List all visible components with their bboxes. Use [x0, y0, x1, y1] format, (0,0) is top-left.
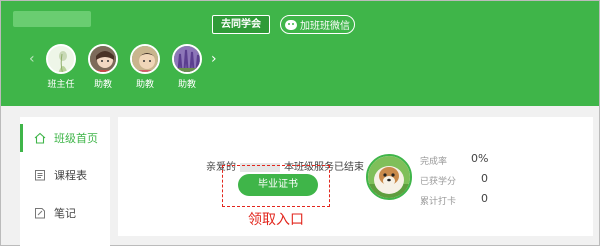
stat-label-completion: 完成率 [420, 157, 448, 167]
sidebar-item-notes[interactable]: 笔记 [20, 203, 110, 223]
sidebar-item-class-home[interactable]: 班级首页 [20, 124, 110, 152]
teacher-avatar [46, 44, 76, 74]
sidebar-item-label: 笔记 [54, 207, 76, 220]
carousel-next-arrow[interactable]: › [211, 52, 217, 66]
staff-role-label: 班主任 [47, 80, 75, 90]
staff-role-label: 助教 [177, 80, 196, 90]
add-wechat-button[interactable]: 加班班微信 [280, 15, 355, 34]
class-header: 去同学会 加班班微信 ‹ › 班主任 助教 助教 助教 [1, 1, 599, 106]
certificate-button[interactable]: 毕业证书 [238, 174, 318, 196]
sidebar-item-schedule[interactable]: 课程表 [20, 165, 110, 185]
stat-label-credits: 已获学分 [420, 177, 457, 187]
staff-item-assistant[interactable]: 助教 [169, 44, 205, 90]
sidebar-item-label: 课程表 [54, 169, 87, 182]
staff-item-assistant[interactable]: 助教 [127, 44, 163, 90]
assistant-avatar [88, 44, 118, 74]
stat-value-credits: 0 [481, 172, 488, 185]
assistant-avatar [130, 44, 160, 74]
staff-item-assistant[interactable]: 助教 [85, 44, 121, 90]
stat-value-completion: 0% [471, 152, 489, 165]
sidebar-item-label: 班级首页 [54, 132, 98, 145]
alumni-button[interactable]: 去同学会 [212, 15, 270, 34]
staff-item-head-teacher[interactable]: 班主任 [43, 44, 79, 90]
add-wechat-label: 加班班微信 [300, 21, 350, 32]
class-status-card [118, 117, 593, 236]
carousel-prev-arrow[interactable]: ‹ [29, 52, 35, 66]
note-icon [34, 207, 46, 219]
sidebar: 班级首页 课程表 笔记 [20, 117, 110, 246]
schedule-icon [34, 169, 46, 181]
staff-role-label: 助教 [93, 80, 112, 90]
stat-label-checkins: 累计打卡 [420, 197, 457, 207]
stat-value-checkins: 0 [481, 192, 488, 205]
wechat-icon [285, 19, 297, 30]
staff-role-label: 助教 [135, 80, 154, 90]
home-icon [34, 132, 46, 144]
assistant-avatar [172, 44, 202, 74]
annotation-label: 领取入口 [248, 212, 304, 228]
student-avatar [366, 154, 412, 200]
class-name-blurred [13, 11, 91, 27]
